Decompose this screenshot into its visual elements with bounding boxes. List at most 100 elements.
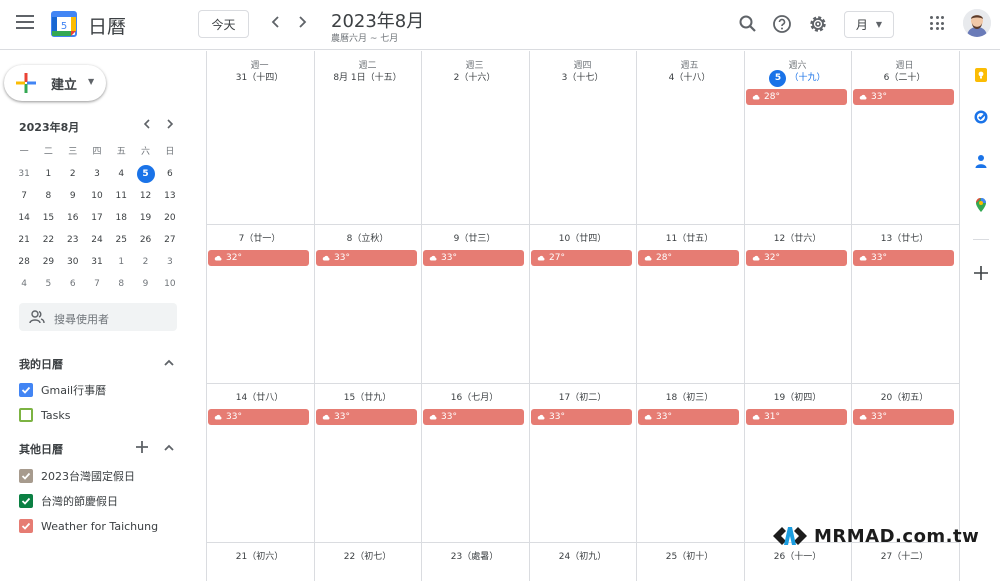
day-date-label[interactable]: 11（廿五） — [636, 230, 743, 248]
weather-event-chip[interactable]: 28° — [746, 89, 847, 105]
account-avatar[interactable] — [963, 9, 991, 37]
mini-day[interactable]: 3 — [158, 253, 182, 271]
mini-day[interactable]: 6 — [61, 275, 85, 293]
day-date-label[interactable]: 18（初三） — [636, 389, 743, 407]
calendar-checkbox[interactable] — [19, 519, 33, 533]
day-date-label[interactable]: 31（十四） — [206, 69, 313, 87]
my-calendars-title[interactable]: 我的日曆 — [19, 356, 63, 372]
mini-day[interactable]: 16 — [61, 209, 85, 227]
weather-event-chip[interactable]: 32° — [208, 250, 309, 266]
weather-event-chip[interactable]: 27° — [531, 250, 632, 266]
mini-day[interactable]: 11 — [109, 187, 133, 205]
day-date-label[interactable]: 27（十二） — [851, 548, 958, 566]
mini-day[interactable]: 26 — [133, 231, 157, 249]
day-date-label[interactable]: 6（二十） — [851, 69, 958, 87]
day-date-label[interactable]: 8月 1日（十五） — [314, 69, 421, 87]
mini-day[interactable]: 31 — [12, 165, 36, 183]
mini-day[interactable]: 14 — [12, 209, 36, 227]
mini-day[interactable]: 9 — [61, 187, 85, 205]
maps-icon[interactable] — [973, 197, 989, 213]
day-date-label[interactable]: 2（十六） — [421, 69, 528, 87]
day-date-label[interactable]: 17（初二） — [529, 389, 636, 407]
weather-event-chip[interactable]: 33° — [316, 250, 417, 266]
mini-day[interactable]: 25 — [109, 231, 133, 249]
weather-event-chip[interactable]: 33° — [531, 409, 632, 425]
other-calendars-title[interactable]: 其他日曆 — [19, 441, 63, 457]
calendar-list-item[interactable]: Gmail行事曆 — [19, 382, 106, 398]
day-date-label[interactable]: 14（廿八） — [206, 389, 313, 407]
mini-day[interactable]: 8 — [109, 275, 133, 293]
mini-day[interactable]: 2 — [61, 165, 85, 183]
mini-day[interactable]: 18 — [109, 209, 133, 227]
today-button[interactable]: 今天 — [198, 10, 249, 38]
keep-icon[interactable] — [973, 67, 989, 83]
weather-event-chip[interactable]: 33° — [208, 409, 309, 425]
mini-day[interactable]: 23 — [61, 231, 85, 249]
today-date-badge[interactable]: 5 — [769, 70, 787, 87]
collapse-my-calendars-icon[interactable] — [162, 356, 176, 373]
calendar-list-item[interactable]: Tasks — [19, 407, 70, 423]
calendar-list-item[interactable]: 2023台灣國定假日 — [19, 468, 135, 484]
contacts-icon[interactable] — [973, 153, 989, 169]
day-date-label[interactable]: 7（廿一） — [206, 230, 313, 248]
collapse-other-calendars-icon[interactable] — [162, 441, 176, 458]
calendar-checkbox[interactable] — [19, 408, 33, 422]
chevron-right-icon[interactable] — [294, 14, 310, 34]
add-addon-icon[interactable] — [973, 265, 989, 285]
mini-day[interactable]: 10 — [158, 275, 182, 293]
calendar-list-item[interactable]: 台灣的節慶假日 — [19, 493, 118, 509]
mini-day[interactable]: 27 — [158, 231, 182, 249]
weather-event-chip[interactable]: 33° — [638, 409, 739, 425]
mini-day[interactable]: 19 — [133, 209, 157, 227]
calendar-checkbox[interactable] — [19, 494, 33, 508]
calendar-checkbox[interactable] — [19, 469, 33, 483]
mini-day[interactable]: 28 — [12, 253, 36, 271]
day-date-label[interactable]: 3（十七） — [529, 69, 636, 87]
mini-day[interactable]: 24 — [85, 231, 109, 249]
mini-day[interactable]: 4 — [109, 165, 133, 183]
weather-event-chip[interactable]: 33° — [423, 250, 524, 266]
chevron-left-icon[interactable] — [268, 14, 284, 34]
weather-event-chip[interactable]: 33° — [853, 409, 954, 425]
mini-day[interactable]: 9 — [133, 275, 157, 293]
mini-day[interactable]: 5 — [36, 275, 60, 293]
weather-event-chip[interactable]: 33° — [423, 409, 524, 425]
search-icon[interactable] — [738, 14, 758, 34]
mini-next-icon[interactable] — [164, 118, 176, 133]
weather-event-chip[interactable]: 31° — [746, 409, 847, 425]
mini-day[interactable]: 30 — [61, 253, 85, 271]
mini-day[interactable]: 7 — [85, 275, 109, 293]
day-date-label[interactable]: 22（初七） — [314, 548, 421, 566]
day-date-label[interactable]: 9（廿三） — [421, 230, 528, 248]
weather-event-chip[interactable]: 32° — [746, 250, 847, 266]
create-button[interactable]: 建立 ▼ — [4, 65, 106, 101]
main-menu-icon[interactable] — [16, 15, 34, 29]
view-switcher-button[interactable]: 月 ▼ — [844, 11, 894, 38]
weather-event-chip[interactable]: 28° — [638, 250, 739, 266]
day-date-label[interactable]: 13（廿七） — [851, 230, 958, 248]
mini-day[interactable]: 4 — [12, 275, 36, 293]
day-date-label[interactable]: 25（初十） — [636, 548, 743, 566]
mini-day[interactable]: 13 — [158, 187, 182, 205]
search-people-input[interactable]: 搜尋使用者 — [19, 303, 177, 331]
calendar-checkbox[interactable] — [19, 383, 33, 397]
day-date-label[interactable]: 19（初四） — [744, 389, 851, 407]
mini-day[interactable]: 1 — [109, 253, 133, 271]
mini-day[interactable]: 8 — [36, 187, 60, 205]
mini-day[interactable]: 2 — [133, 253, 157, 271]
day-date-label[interactable]: 24（初九） — [529, 548, 636, 566]
settings-icon[interactable] — [808, 14, 828, 34]
help-icon[interactable] — [772, 14, 792, 34]
mini-day[interactable]: 22 — [36, 231, 60, 249]
day-date-label[interactable]: 26（十一） — [744, 548, 851, 566]
day-date-label[interactable]: 20（初五） — [851, 389, 958, 407]
day-date-label[interactable]: 23（處暑） — [421, 548, 528, 566]
mini-day[interactable]: 15 — [36, 209, 60, 227]
mini-day[interactable]: 29 — [36, 253, 60, 271]
mini-day[interactable]: 5 — [133, 165, 157, 183]
day-date-label[interactable]: 16（七月） — [421, 389, 528, 407]
tasks-icon[interactable] — [973, 109, 989, 125]
day-date-label[interactable]: 12（廿六） — [744, 230, 851, 248]
mini-day[interactable]: 20 — [158, 209, 182, 227]
day-date-label[interactable]: 8（立秋） — [314, 230, 421, 248]
